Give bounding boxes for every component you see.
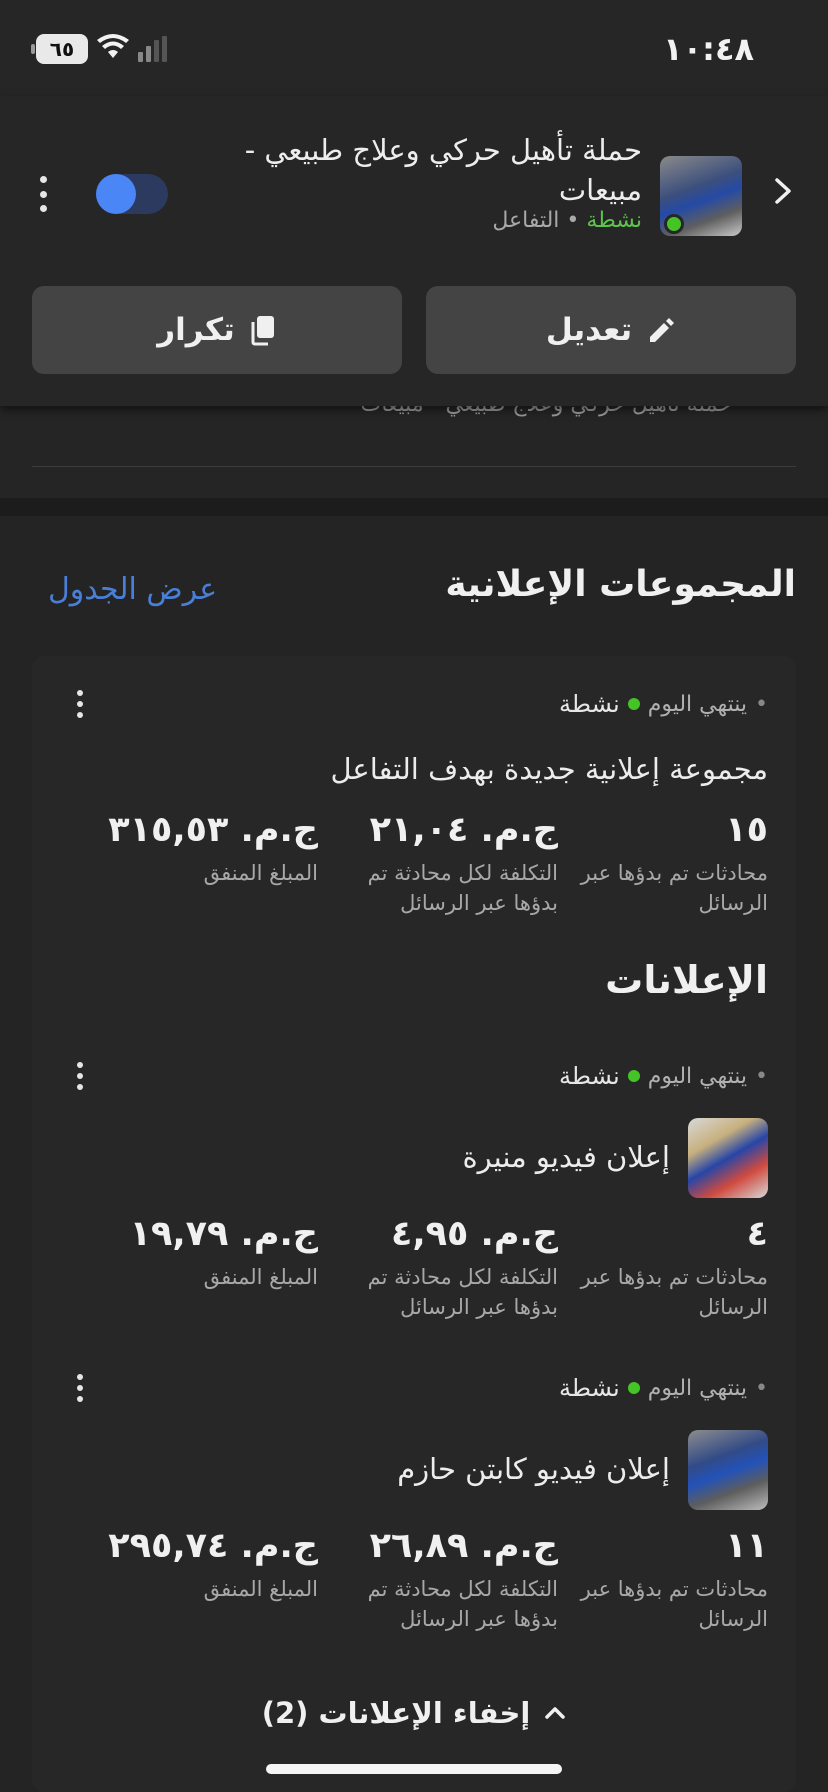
- ad-name[interactable]: إعلان فيديو منيرة: [462, 1140, 670, 1174]
- campaign-status: نشطة: [586, 208, 642, 233]
- duplicate-button[interactable]: تكرار: [32, 286, 402, 374]
- ad-sets-section: المجموعات الإعلانية عرض الجدول • ينتهي ا…: [0, 516, 828, 1792]
- ad-thumbnail: [688, 1118, 768, 1198]
- metric-cost-per-conversation: ج.م. ٢١,٠٤ التكلفة لكل محادثة تم بدؤها ع…: [338, 808, 558, 918]
- pencil-icon: [650, 318, 675, 342]
- metric-amount-spent: ج.م. ٢٩٥,٧٤ المبلغ المنفق: [108, 1524, 318, 1604]
- metric-value: ج.م. ١٩,٧٩: [129, 1214, 318, 1254]
- status-bar: ٦٥ ١٠:٤٨: [0, 0, 828, 96]
- ads-title: الإعلانات: [605, 958, 768, 1002]
- active-status-dot: [627, 698, 640, 710]
- ad-schedule: ينتهي اليوم: [647, 1063, 748, 1089]
- ad-status: نشطة: [559, 1062, 620, 1090]
- hide-ads-label: إخفاء الإعلانات (2): [261, 1696, 531, 1730]
- more-icon[interactable]: [76, 1374, 84, 1402]
- metric-value: ج.م. ٢١,٠٤: [369, 810, 558, 850]
- campaign-title: حملة تأهيل حركي وعلاج طبيعي - مبيعات: [244, 133, 642, 207]
- metric-label: المبلغ المنفق: [203, 861, 318, 885]
- copy-icon: [251, 316, 274, 346]
- metric-label: التكلفة لكل محادثة تم بدؤها عبر الرسائل: [367, 1577, 558, 1631]
- wifi-icon: [97, 34, 129, 58]
- chevron-up-icon: [545, 1707, 566, 1719]
- active-status-dot: [627, 1070, 640, 1082]
- ad-status-row: • ينتهي اليوم نشطة: [559, 1374, 768, 1402]
- duplicate-label: تكرار: [157, 312, 235, 348]
- metric-conversations: ١٥ محادثات تم بدؤها عبر الرسائل: [568, 808, 768, 918]
- battery-level: ٦٥: [49, 37, 75, 61]
- more-icon[interactable]: [76, 1062, 84, 1090]
- metric-amount-spent: ج.م. ١٩,٧٩ المبلغ المنفق: [108, 1212, 318, 1292]
- more-icon[interactable]: [76, 690, 84, 718]
- active-status-dot: [664, 214, 684, 234]
- ad-name[interactable]: إعلان فيديو كابتن حازم: [397, 1452, 670, 1486]
- ad-set-status: نشطة: [559, 690, 620, 718]
- active-status-dot: [627, 1382, 640, 1394]
- campaign-header: حملة تأهيل حركي وعلاج طبيعي - مبيعات نشط…: [0, 96, 828, 406]
- metric-value: ج.م. ٣١٥,٥٣: [108, 810, 318, 850]
- hide-ads-button[interactable]: إخفاء الإعلانات (2): [32, 1696, 796, 1730]
- ad-schedule: ينتهي اليوم: [647, 1375, 748, 1401]
- ad-set-status-row: • ينتهي اليوم نشطة: [559, 690, 768, 718]
- ad-set-schedule: ينتهي اليوم: [647, 691, 748, 717]
- campaign-thumbnail: [660, 156, 742, 236]
- metric-value: ج.م. ٢٦,٨٩: [369, 1526, 558, 1566]
- metric-label: محادثات تم بدؤها عبر الرسائل: [580, 1577, 768, 1631]
- chevron-right-icon[interactable]: [768, 176, 798, 206]
- metric-amount-spent: ج.م. ٣١٥,٥٣ المبلغ المنفق: [108, 808, 318, 888]
- metric-value: ج.م. ٤,٩٥: [390, 1214, 558, 1254]
- campaign-toggle[interactable]: [96, 174, 168, 214]
- metric-label: التكلفة لكل محادثة تم بدؤها عبر الرسائل: [367, 861, 558, 915]
- ad-set-name: مجموعة إعلانية جديدة بهدف التفاعل: [330, 752, 768, 786]
- campaign-objective: التفاعل: [492, 208, 560, 233]
- status-time: ١٠:٤٨: [663, 30, 754, 68]
- toggle-knob: [96, 174, 136, 214]
- signal-icon: [138, 36, 167, 62]
- edit-button[interactable]: تعديل: [426, 286, 796, 374]
- metric-conversations: ١١ محادثات تم بدؤها عبر الرسائل: [568, 1524, 768, 1634]
- ad-set-card[interactable]: • ينتهي اليوم نشطة مجموعة إعلانية جديدة …: [32, 656, 796, 1792]
- divider: [32, 466, 796, 467]
- metric-cost-per-conversation: ج.م. ٢٦,٨٩ التكلفة لكل محادثة تم بدؤها ع…: [338, 1524, 558, 1634]
- view-table-link[interactable]: عرض الجدول: [48, 572, 217, 607]
- more-icon[interactable]: [36, 176, 50, 212]
- edit-label: تعديل: [545, 312, 633, 348]
- metric-label: محادثات تم بدؤها عبر الرسائل: [580, 861, 768, 915]
- section-divider: [0, 498, 828, 516]
- bullet: •: [755, 691, 768, 717]
- metric-label: المبلغ المنفق: [203, 1577, 318, 1601]
- metric-label: المبلغ المنفق: [203, 1265, 318, 1289]
- separator-dot: •: [559, 208, 580, 233]
- metric-label: التكلفة لكل محادثة تم بدؤها عبر الرسائل: [367, 1265, 558, 1319]
- metric-value: ج.م. ٢٩٥,٧٤: [108, 1526, 318, 1566]
- metric-label: محادثات تم بدؤها عبر الرسائل: [580, 1265, 768, 1319]
- metric-value: ١٥: [725, 810, 768, 850]
- metric-conversations: ٤ محادثات تم بدؤها عبر الرسائل: [568, 1212, 768, 1322]
- ad-status: نشطة: [559, 1374, 620, 1402]
- metric-cost-per-conversation: ج.م. ٤,٩٥ التكلفة لكل محادثة تم بدؤها عب…: [338, 1212, 558, 1322]
- campaign-subtitle: نشطة • التفاعل: [492, 208, 642, 233]
- home-indicator[interactable]: [266, 1764, 562, 1774]
- bullet: •: [755, 1063, 768, 1089]
- metric-value: ٤: [746, 1214, 768, 1254]
- bullet: •: [755, 1375, 768, 1401]
- metric-value: ١١: [725, 1526, 768, 1566]
- battery-icon: ٦٥: [31, 34, 88, 64]
- section-title: المجموعات الإعلانية: [445, 564, 796, 605]
- ad-status-row: • ينتهي اليوم نشطة: [559, 1062, 768, 1090]
- ad-thumbnail: [688, 1430, 768, 1510]
